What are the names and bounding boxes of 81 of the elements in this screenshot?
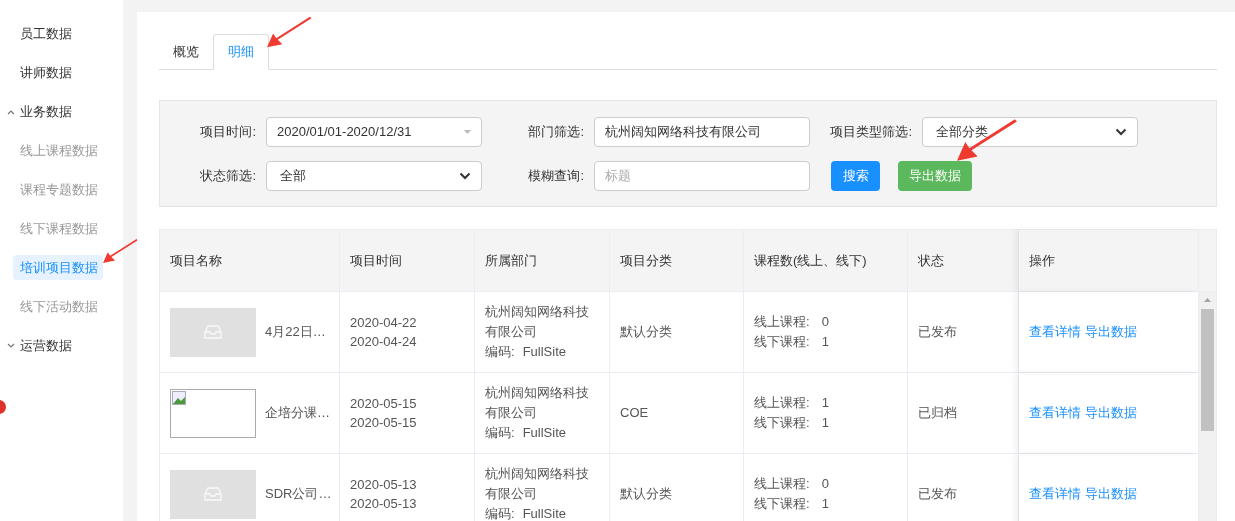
code-value: FullSite (522, 505, 566, 521)
sidebar-item[interactable]: 员工数据 (13, 21, 110, 46)
offline-label: 线下课程: (754, 333, 810, 351)
sidebar-group[interactable]: 运营数据 (0, 333, 123, 358)
online-label: 线上课程: (754, 313, 810, 331)
sidebar-item[interactable]: 线下活动数据 (13, 294, 103, 319)
caret-up-icon (7, 108, 15, 115)
scrollbar[interactable] (1199, 292, 1216, 521)
column-header: 所属部门 (475, 230, 610, 291)
sidebar-item[interactable]: 讲师数据 (13, 60, 110, 85)
code-label: 编码: (485, 424, 515, 442)
search-button[interactable]: 搜索 (831, 160, 880, 191)
broken-image-icon (172, 390, 186, 405)
category: COE (620, 404, 650, 423)
code-value: FullSite (522, 424, 566, 442)
view-details-link[interactable]: 查看详情 (1029, 403, 1081, 423)
column-header: 项目时间 (340, 230, 475, 291)
sidebar-item[interactable]: 线下课程数据 (13, 216, 103, 241)
end-date: 2020-04-24 (350, 333, 418, 351)
export-data-link[interactable]: 导出数据 (1085, 403, 1137, 423)
view-details-link[interactable]: 查看详情 (1029, 484, 1081, 504)
online-label: 线上课程: (754, 475, 810, 493)
view-details-link[interactable]: 查看详情 (1029, 322, 1081, 342)
code-label: 编码: (485, 505, 515, 521)
filter-label: 部门筛选: (527, 122, 585, 141)
offline-count: 1 (821, 495, 829, 513)
chevron-down-icon (1115, 127, 1127, 136)
filter-label: 模糊查询: (527, 166, 585, 185)
offline-label: 线下课程: (754, 414, 810, 432)
scroll-up-icon (1204, 298, 1211, 302)
tab[interactable]: 明细 (213, 34, 269, 70)
status: 已发布 (918, 485, 958, 504)
filter-label: 状态筛选: (199, 166, 257, 185)
sidebar-item[interactable]: 线上课程数据 (13, 138, 103, 163)
export-button[interactable]: 导出数据 (898, 160, 972, 191)
input-field[interactable]: 标题 (594, 160, 810, 191)
dropdown-caret-icon (464, 129, 471, 134)
code-label: 编码: (485, 343, 515, 361)
offline-count: 1 (821, 333, 829, 351)
offline-count: 1 (821, 414, 829, 432)
annotation-arrow (267, 16, 313, 48)
select-field[interactable]: 全部 (266, 160, 482, 191)
online-count: 0 (821, 475, 829, 493)
start-date: 2020-05-13 (350, 475, 418, 494)
caret-down-icon (7, 342, 15, 349)
start-date: 2020-04-22 (350, 313, 418, 332)
category: 默认分类 (620, 323, 673, 342)
column-header: 课程数(线上、线下) (744, 230, 908, 291)
start-date: 2020-05-15 (350, 394, 418, 413)
code-value: FullSite (522, 343, 566, 361)
date-range-field[interactable]: 2020/01/01-2020/12/31 (266, 116, 482, 147)
tab[interactable]: 概览 (159, 34, 213, 70)
end-date: 2020-05-15 (350, 414, 418, 432)
export-data-link[interactable]: 导出数据 (1085, 322, 1137, 342)
column-header: 状态 (908, 230, 1019, 291)
column-header: 项目分类 (610, 230, 744, 291)
column-header: 项目名称 (160, 230, 340, 291)
end-date: 2020-05-13 (350, 495, 418, 513)
online-label: 线上课程: (754, 394, 810, 412)
project-name: 企培分课… (265, 404, 330, 423)
offline-label: 线下课程: (754, 495, 810, 513)
department-name: 杭州阔知网络科技有限公司 (485, 384, 590, 422)
status: 已发布 (918, 323, 958, 342)
column-header: 操作 (1019, 230, 1199, 291)
status: 已归档 (918, 404, 958, 423)
filter-label: 项目类型筛选: (829, 122, 913, 141)
input-field[interactable]: 杭州阔知网络科技有限公司 (594, 116, 810, 147)
project-name: 4月22日… (265, 323, 326, 342)
sidebar-item[interactable]: 课程专题数据 (13, 177, 103, 202)
filter-label: 项目时间: (199, 122, 257, 141)
sidebar-item[interactable]: 培训项目数据 (13, 255, 103, 280)
online-count: 1 (821, 394, 829, 412)
online-count: 0 (821, 313, 829, 331)
sidebar-group[interactable]: 业务数据 (0, 99, 123, 124)
project-name: SDR公司… (265, 485, 332, 504)
select-field[interactable]: 全部分类 (922, 116, 1138, 147)
department-name: 杭州阔知网络科技有限公司 (485, 465, 590, 503)
category: 默认分类 (620, 485, 673, 504)
chevron-down-icon (459, 171, 471, 180)
export-data-link[interactable]: 导出数据 (1085, 484, 1137, 504)
department-name: 杭州阔知网络科技有限公司 (485, 303, 590, 341)
